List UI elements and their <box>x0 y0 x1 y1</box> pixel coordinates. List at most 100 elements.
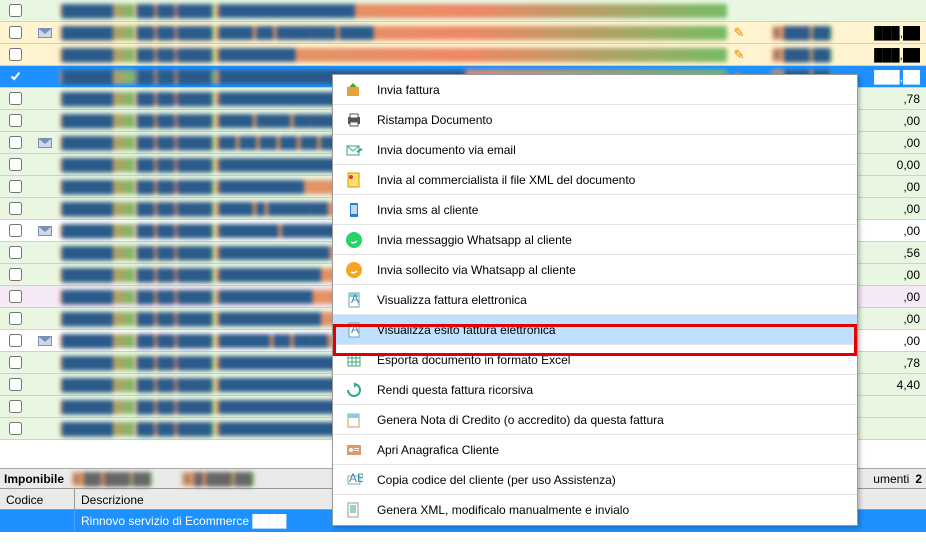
menu-item-user[interactable]: Apri Anagrafica Cliente <box>333 435 857 465</box>
menu-item-wa[interactable]: Invia messaggio Whatsapp al cliente <box>333 225 857 255</box>
row-checkbox[interactable] <box>0 356 30 369</box>
date-cell: ██/██/████ <box>135 136 215 150</box>
desc-cell: ████ ██ ███████ ████ <box>215 26 727 40</box>
code-cell: ██████ <box>60 224 135 238</box>
edit-icon[interactable]: ✎ <box>727 25 751 41</box>
menu-item-doc[interactable]: AVisualizza fattura elettronica <box>333 285 857 315</box>
row-checkbox[interactable] <box>0 158 30 171</box>
row-checkbox[interactable] <box>0 400 30 413</box>
user-icon <box>341 441 367 459</box>
code-cell: ██████ <box>60 136 135 150</box>
code-cell: ██████ <box>60 290 135 304</box>
row-checkbox[interactable] <box>0 92 30 105</box>
row-checkbox[interactable] <box>0 334 30 347</box>
menu-item-xls[interactable]: Esporta documento in formato Excel <box>333 345 857 375</box>
row-checkbox[interactable] <box>0 26 30 39</box>
menu-item-label: Invia messaggio Whatsapp al cliente <box>367 233 572 247</box>
iva-value: € █.███,██ <box>182 472 254 486</box>
menu-item-xml[interactable]: Invia al commercialista il file XML del … <box>333 165 857 195</box>
row-checkbox[interactable] <box>0 312 30 325</box>
row-checkbox[interactable] <box>0 224 30 237</box>
copy-icon: ABC <box>341 471 367 489</box>
menu-item-copy[interactable]: ABCCopia codice del cliente (per uso Ass… <box>333 465 857 495</box>
imponibile-label: Imponibile <box>4 472 64 486</box>
xls-icon <box>341 351 367 369</box>
date-cell: ██/██/████ <box>135 400 215 414</box>
edit-icon[interactable]: ✎ <box>727 47 751 63</box>
amount2-cell: ███,██ <box>836 48 926 62</box>
amount2-cell: ███,██ <box>836 26 926 40</box>
date-cell: ██/██/████ <box>135 246 215 260</box>
code-cell: ██████ <box>60 356 135 370</box>
menu-item-send[interactable]: Invia fattura <box>333 75 857 105</box>
code-cell: ██████ <box>60 312 135 326</box>
date-cell: ██/██/████ <box>135 180 215 194</box>
menu-item-label: Rendi questa fattura ricorsiva <box>367 383 533 397</box>
doc-icon: A <box>341 291 367 309</box>
code-cell: ██████ <box>60 378 135 392</box>
menu-item-wa2[interactable]: Invia sollecito via Whatsapp al cliente <box>333 255 857 285</box>
menu-item-label: Visualizza esito fattura elettronica <box>367 323 556 337</box>
date-cell: ██/██/████ <box>135 202 215 216</box>
row-checkbox[interactable] <box>0 136 30 149</box>
envelope-icon <box>30 28 60 38</box>
svg-text:ABC: ABC <box>349 471 363 485</box>
date-cell: ██/██/████ <box>135 114 215 128</box>
code-cell: ██████ <box>60 70 135 84</box>
menu-item-label: Invia documento via email <box>367 143 516 157</box>
code-cell: ██████ <box>60 114 135 128</box>
menu-item-label: Invia fattura <box>367 83 440 97</box>
date-cell: ██/██/████ <box>135 268 215 282</box>
code-cell: ██████ <box>60 48 135 62</box>
row-checkbox[interactable] <box>0 114 30 127</box>
row-checkbox[interactable] <box>0 268 30 281</box>
menu-item-label: Ristampa Documento <box>367 113 492 127</box>
menu-item-credit[interactable]: Genera Nota di Credito (o accredito) da … <box>333 405 857 435</box>
documenti-count: 2 <box>915 472 922 486</box>
rec-icon <box>341 381 367 399</box>
date-cell: ██/██/████ <box>135 158 215 172</box>
row-checkbox[interactable] <box>0 4 30 17</box>
table-row[interactable]: ████████/██/████████ ██ ███████ ████✎€ █… <box>0 22 926 44</box>
date-cell: ██/██/████ <box>135 4 215 18</box>
menu-item-label: Visualizza fattura elettronica <box>367 293 527 307</box>
row-checkbox[interactable] <box>0 290 30 303</box>
table-row[interactable]: ████████/██/████████████████████ <box>0 0 926 22</box>
row-checkbox[interactable] <box>0 180 30 193</box>
menu-item-mail[interactable]: Invia documento via email <box>333 135 857 165</box>
amount1-cell: € ███,██ <box>751 48 836 62</box>
date-cell: ██/██/████ <box>135 378 215 392</box>
code-cell: ██████ <box>60 158 135 172</box>
row-checkbox[interactable] <box>0 378 30 391</box>
code-cell: ██████ <box>60 202 135 216</box>
date-cell: ██/██/████ <box>135 334 215 348</box>
date-cell: ██/██/████ <box>135 224 215 238</box>
credit-icon <box>341 411 367 429</box>
context-menu: Invia fattura Ristampa Documento Invia doc… <box>332 74 858 526</box>
menu-item-doc2[interactable]: AVisualizza esito fattura elettronica <box>333 315 857 345</box>
print-icon <box>341 111 367 129</box>
menu-item-sms[interactable]: Invia sms al cliente <box>333 195 857 225</box>
date-cell: ██/██/████ <box>135 422 215 436</box>
col-codice[interactable]: Codice <box>0 489 75 509</box>
row-checkbox[interactable] <box>0 48 30 61</box>
menu-item-rec[interactable]: Rendi questa fattura ricorsiva <box>333 375 857 405</box>
table-row[interactable]: ████████/██/█████████████✎€ ███,█████,██ <box>0 44 926 66</box>
desc-cell: █████████ <box>215 48 727 62</box>
code-cell: ██████ <box>60 180 135 194</box>
date-cell: ██/██/████ <box>135 290 215 304</box>
code-cell: ██████ <box>60 268 135 282</box>
menu-item-label: Invia sms al cliente <box>367 203 478 217</box>
menu-item-print[interactable]: Ristampa Documento <box>333 105 857 135</box>
code-cell: ██████ <box>60 26 135 40</box>
code-cell: ██████ <box>60 400 135 414</box>
row-checkbox[interactable] <box>0 202 30 215</box>
row-checkbox[interactable] <box>0 70 30 83</box>
menu-item-xml2[interactable]: Genera XML, modificalo manualmente e inv… <box>333 495 857 525</box>
sms-icon <box>341 201 367 219</box>
date-cell: ██/██/████ <box>135 26 215 40</box>
date-cell: ██/██/████ <box>135 70 215 84</box>
row-checkbox[interactable] <box>0 246 30 259</box>
code-cell: ██████ <box>60 334 135 348</box>
row-checkbox[interactable] <box>0 422 30 435</box>
